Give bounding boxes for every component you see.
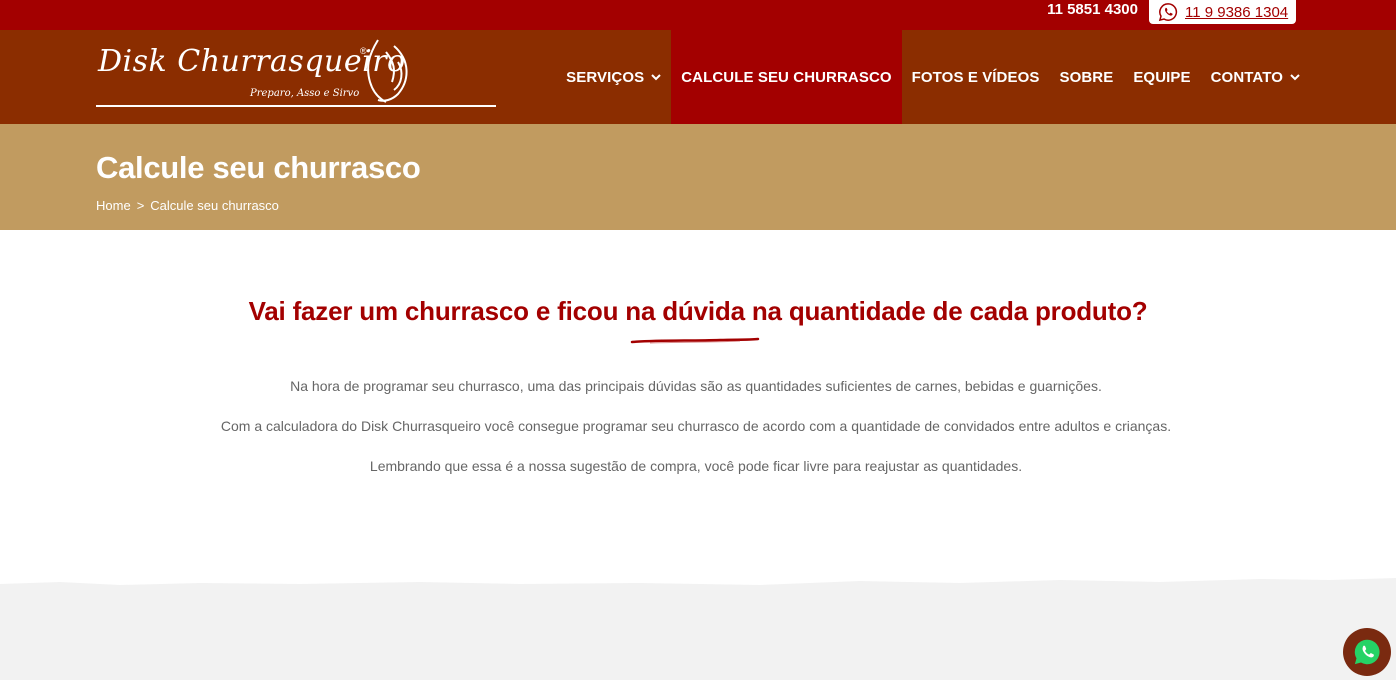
nav-item-calcule[interactable]: CALCULE SEU CHURRASCO xyxy=(671,30,902,124)
whatsapp-icon xyxy=(1354,639,1380,665)
whatsapp-contact[interactable]: 11 9 9386 1304 xyxy=(1149,0,1296,24)
nav-item-sobre[interactable]: SOBRE xyxy=(1049,30,1123,124)
nav-label: SOBRE xyxy=(1059,68,1114,86)
breadcrumb-current: Calcule seu churrasco xyxy=(150,198,279,213)
site-header: Disk Churrasqueiro ® Preparo, Asso e Sir… xyxy=(0,30,1396,124)
bottom-section-background xyxy=(0,578,1396,680)
intro-paragraph-3: Lembrando que essa é a nossa sugestão de… xyxy=(369,458,1023,474)
nav-label: CONTATO xyxy=(1210,68,1283,86)
chevron-down-icon xyxy=(1290,73,1300,80)
whatsapp-icon xyxy=(1158,2,1178,22)
chevron-down-icon xyxy=(651,73,661,80)
section-headline: Vai fazer um churrasco e ficou na dúvida… xyxy=(248,296,1148,326)
breadcrumb-separator: > xyxy=(136,198,145,213)
nav-item-contato[interactable]: CONTATO xyxy=(1201,30,1396,124)
logo-underline xyxy=(96,105,496,107)
logo[interactable]: Disk Churrasqueiro ® Preparo, Asso e Sir… xyxy=(96,39,496,110)
nav-label: SERVIÇOS xyxy=(566,68,645,86)
nav-item-servicos[interactable]: SERVIÇOS xyxy=(546,30,671,124)
nav-item-fotos-videos[interactable]: FOTOS E VÍDEOS xyxy=(902,30,1050,124)
page-title-banner: Calcule seu churrasco Home > Calcule seu… xyxy=(0,124,1396,230)
breadcrumb: Home > Calcule seu churrasco xyxy=(96,198,279,213)
nav-label: CALCULE SEU CHURRASCO xyxy=(681,68,892,86)
intro-paragraph-1: Na hora de programar seu churrasco, uma … xyxy=(290,378,1102,394)
nav-item-equipe[interactable]: EQUIPE xyxy=(1123,30,1200,124)
nav-label: FOTOS E VÍDEOS xyxy=(911,68,1040,86)
phone-number[interactable]: 11 5851 4300 xyxy=(1047,0,1138,22)
main-nav: SERVIÇOS CALCULE SEU CHURRASCO FOTOS E V… xyxy=(546,30,1396,124)
whatsapp-link[interactable]: 11 9 9386 1304 xyxy=(1185,4,1288,21)
logo-tagline: Preparo, Asso e Sirvo xyxy=(250,88,360,99)
flame-icon xyxy=(367,39,408,103)
intro-paragraph-2: Com a calculadora do Disk Churrasqueiro … xyxy=(220,418,1172,434)
headline-brush-underline xyxy=(630,337,760,344)
page-title: Calcule seu churrasco xyxy=(96,150,421,185)
nav-label: EQUIPE xyxy=(1133,68,1191,86)
top-bar: 11 5851 4300 11 9 9386 1304 xyxy=(0,0,1396,30)
breadcrumb-home[interactable]: Home xyxy=(96,198,131,213)
floating-whatsapp-button[interactable] xyxy=(1343,628,1391,676)
